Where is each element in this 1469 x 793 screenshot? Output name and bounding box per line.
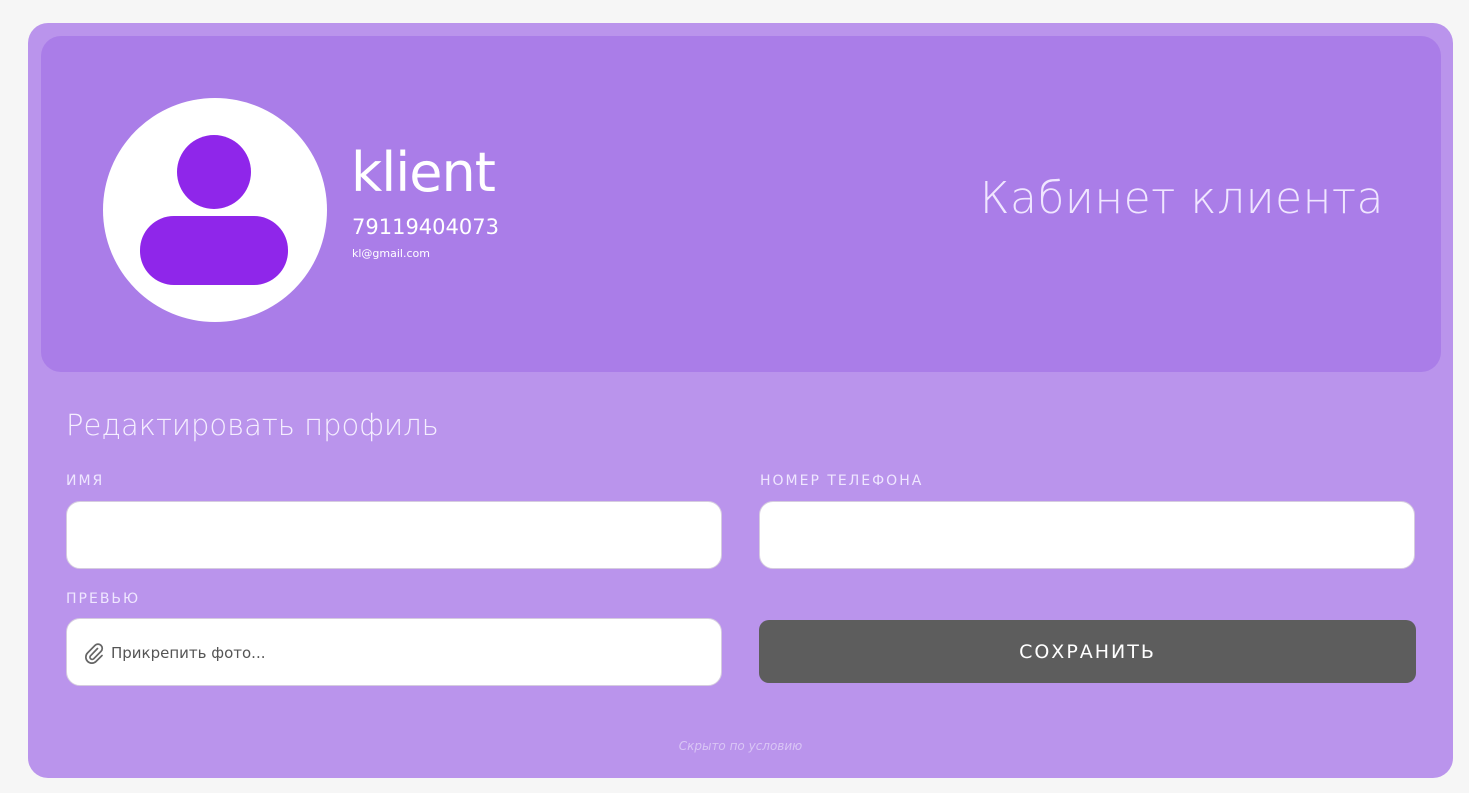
profile-header: klient 79119404073 kl@gmail.com Кабинет … <box>41 36 1441 372</box>
attach-photo-field[interactable]: Прикрепить фото... <box>66 618 722 686</box>
profile-card: klient 79119404073 kl@gmail.com Кабинет … <box>28 23 1453 778</box>
save-button[interactable]: СОХРАНИТЬ <box>759 620 1416 683</box>
name-input[interactable] <box>66 501 722 569</box>
attach-photo-label: Прикрепить фото... <box>111 644 266 662</box>
user-avatar-icon <box>140 135 288 285</box>
footer-note: Скрыто по условию <box>678 739 803 753</box>
paperclip-icon <box>85 643 104 664</box>
preview-label: ПРЕВЬЮ <box>66 591 141 607</box>
user-name: klient <box>351 141 496 204</box>
phone-label: НОМЕР ТЕЛЕФОНА <box>760 473 924 489</box>
avatar <box>103 98 327 322</box>
user-email: kl@gmail.com <box>352 247 430 260</box>
page-title: Кабинет клиента <box>979 173 1384 224</box>
user-phone: 79119404073 <box>352 215 499 239</box>
phone-input[interactable] <box>759 501 1415 569</box>
name-label: ИМЯ <box>66 473 105 489</box>
edit-profile-heading: Редактировать профиль <box>66 408 439 442</box>
